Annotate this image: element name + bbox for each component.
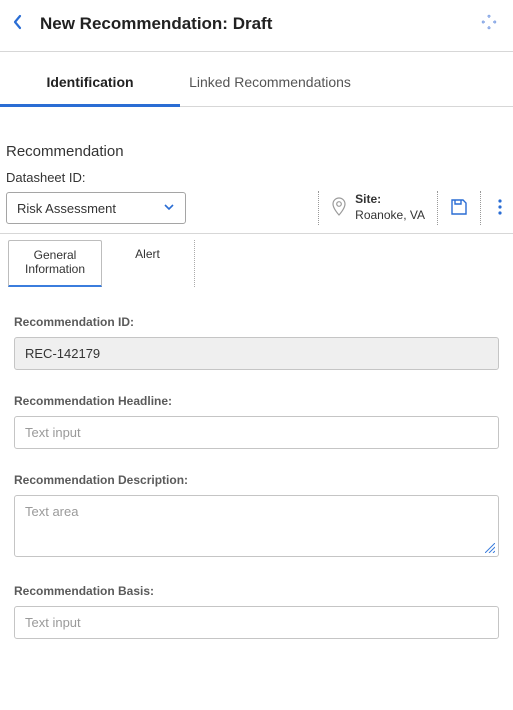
subtab-alert[interactable]: Alert xyxy=(101,240,195,287)
recommendation-headline-label: Recommendation Headline: xyxy=(14,394,499,408)
tab-linked-recommendations[interactable]: Linked Recommendations xyxy=(180,60,360,106)
expand-icon[interactable] xyxy=(477,10,501,37)
back-icon[interactable] xyxy=(12,14,24,33)
save-icon[interactable] xyxy=(450,198,468,219)
tab-identification[interactable]: Identification xyxy=(0,60,180,107)
site-label: Site: xyxy=(355,192,425,208)
recommendation-basis-field[interactable] xyxy=(14,606,499,639)
recommendation-description-label: Recommendation Description: xyxy=(14,473,499,487)
recommendation-id-label: Recommendation ID: xyxy=(14,315,499,329)
datasheet-select[interactable]: Risk Assessment xyxy=(6,192,186,224)
recommendation-id-field xyxy=(14,337,499,370)
location-pin-icon xyxy=(331,197,347,220)
primary-tabs: Identification Linked Recommendations xyxy=(0,60,513,107)
site-value: Roanoke, VA xyxy=(355,208,425,224)
sub-tabs: General Information Alert xyxy=(8,240,513,287)
subtab-general-information[interactable]: General Information xyxy=(8,240,102,287)
recommendation-description-field[interactable] xyxy=(14,495,499,557)
recommendation-headline-field[interactable] xyxy=(14,416,499,449)
chevron-down-icon xyxy=(163,201,175,216)
site-block: Site: Roanoke, VA xyxy=(331,192,425,223)
datasheet-id-label: Datasheet ID: xyxy=(0,170,513,191)
page-title: New Recommendation: Draft xyxy=(40,14,477,34)
datasheet-select-value: Risk Assessment xyxy=(17,201,163,216)
section-title: Recommendation xyxy=(0,107,513,170)
recommendation-basis-label: Recommendation Basis: xyxy=(14,584,499,598)
more-vertical-icon[interactable] xyxy=(493,198,507,219)
